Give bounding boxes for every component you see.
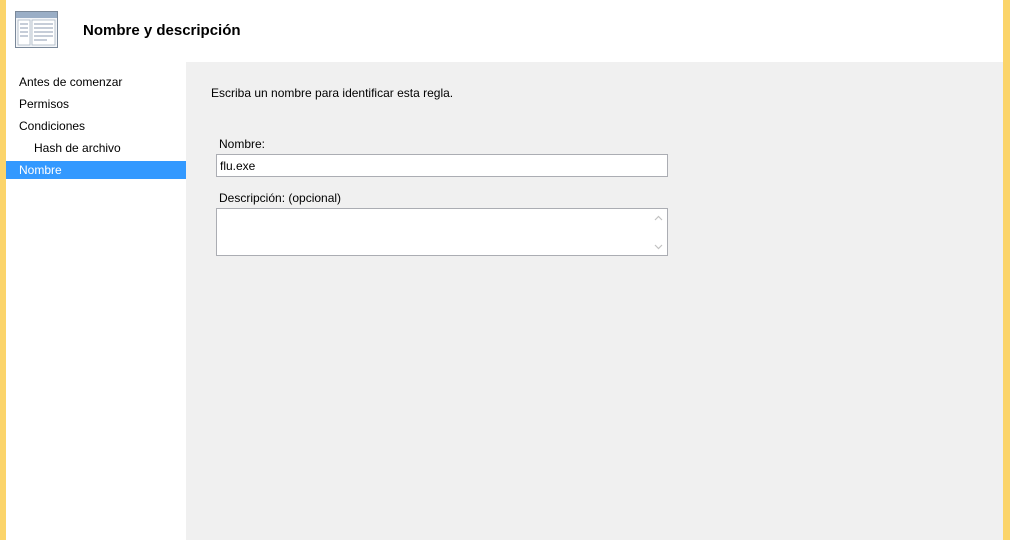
wizard-window: Nombre y descripción Antes de comenzar P… xyxy=(6,0,1003,540)
description-field xyxy=(216,208,668,256)
description-scrollbar[interactable] xyxy=(650,209,667,255)
scroll-up-arrow-icon[interactable] xyxy=(650,209,667,226)
instruction-text: Escriba un nombre para identificar esta … xyxy=(211,86,454,100)
sidebar-item-nombre[interactable]: Nombre xyxy=(6,161,186,179)
wizard-window-icon xyxy=(15,11,58,48)
name-input[interactable] xyxy=(216,154,668,177)
description-label: Descripción: (opcional) xyxy=(219,191,342,205)
wizard-header: Nombre y descripción xyxy=(6,0,1003,62)
name-label: Nombre: xyxy=(219,137,266,151)
scroll-down-arrow-icon[interactable] xyxy=(650,238,667,255)
page-title: Nombre y descripción xyxy=(83,22,241,39)
sidebar-item-hash-de-archivo[interactable]: Hash de archivo xyxy=(6,139,186,157)
sidebar-item-permisos[interactable]: Permisos xyxy=(6,95,186,113)
sidebar-item-antes-de-comenzar[interactable]: Antes de comenzar xyxy=(6,73,186,91)
sidebar-item-condiciones[interactable]: Condiciones xyxy=(6,117,186,135)
wizard-steps-sidebar: Antes de comenzar Permisos Condiciones H… xyxy=(6,62,186,540)
wizard-content: Escriba un nombre para identificar esta … xyxy=(188,62,1003,540)
description-input[interactable] xyxy=(217,209,650,255)
